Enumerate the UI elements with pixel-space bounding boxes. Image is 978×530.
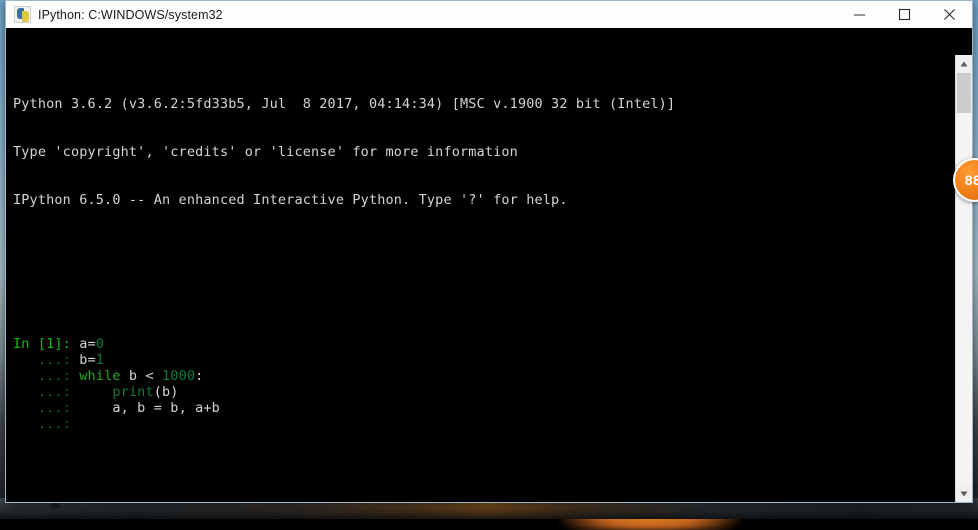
scrollbar-thumb[interactable] [957, 73, 971, 113]
code-line: ...: while b < 1000: [13, 368, 950, 384]
window-title: IPython: C:WINDOWS/system32 [38, 7, 223, 22]
continuation-prompt-label: ...: [13, 416, 71, 432]
code-token: a, b = b, a+b [70, 400, 220, 416]
code-line: In [1]: a=0 [13, 336, 950, 352]
minimize-icon [854, 14, 865, 16]
input-prompt-label: In [1]: [13, 336, 71, 352]
chevron-down-icon [960, 491, 968, 496]
code-token: a= [70, 336, 96, 352]
code-token: 1 [95, 352, 105, 368]
code-line: ...: b=1 [13, 352, 950, 368]
banner-line: IPython 6.5.0 -- An enhanced Interactive… [13, 192, 568, 208]
code-token: b < [120, 368, 163, 384]
continuation-prompt-label: ...: [13, 400, 71, 416]
continuation-prompt-label: ...: [13, 368, 71, 384]
code-token: b= [70, 352, 96, 368]
terminal-text: Python 3.6.2 (v3.6.2:5fd33b5, Jul 8 2017… [13, 32, 950, 502]
continuation-prompt-label: ...: [13, 352, 71, 368]
code-line: ...: print(b) [13, 384, 950, 400]
maximize-button[interactable] [882, 1, 927, 28]
scroll-down-button[interactable] [956, 485, 972, 502]
code-token: while [79, 368, 121, 384]
code-line: ...: [13, 416, 950, 432]
input-cell: In [1]: a=0 ...: b=1 ...: while b < 1000… [13, 336, 950, 432]
banner-line: Python 3.6.2 (v3.6.2:5fd33b5, Jul 8 2017… [13, 96, 676, 112]
close-icon [944, 9, 955, 20]
window-titlebar[interactable]: IPython: C:WINDOWS/system32 [6, 1, 972, 29]
vertical-scrollbar[interactable] [955, 55, 972, 502]
code-token: print [112, 384, 154, 400]
maximize-icon [898, 8, 911, 21]
continuation-prompt-label: ...: [13, 384, 71, 400]
code-line: ...: a, b = b, a+b [13, 400, 950, 416]
scroll-up-button[interactable] [956, 55, 972, 72]
python-logo-icon [14, 6, 31, 23]
badge-count-label: 88 [964, 172, 978, 188]
chevron-up-icon [960, 61, 968, 66]
ipython-console-window: IPython: C:WINDOWS/system32 Python 3.6.2… [5, 0, 973, 503]
code-token: (b) [153, 384, 179, 400]
minimize-button[interactable] [837, 1, 882, 28]
code-token: 1000 [162, 368, 196, 384]
terminal-output-area[interactable]: Python 3.6.2 (v3.6.2:5fd33b5, Jul 8 2017… [6, 28, 972, 502]
banner-line: Type 'copyright', 'credits' or 'license'… [13, 144, 518, 160]
close-button[interactable] [927, 1, 972, 28]
window-controls [837, 1, 972, 28]
code-token: 0 [95, 336, 105, 352]
code-token: : [195, 368, 204, 384]
